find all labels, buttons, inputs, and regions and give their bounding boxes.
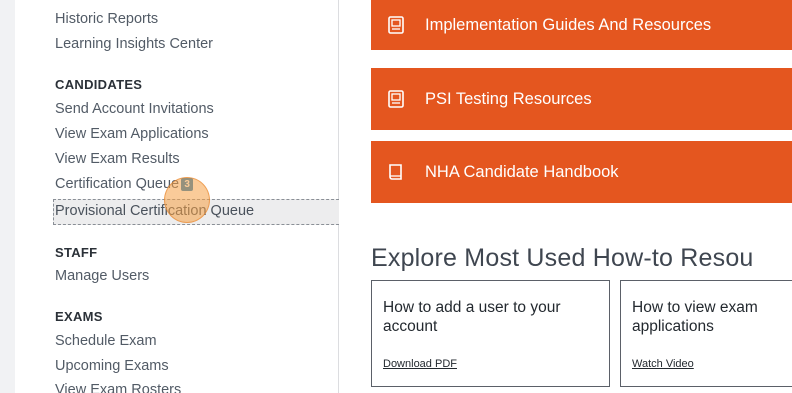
howto-card[interactable]: How to add a user to your account Downlo… [371, 280, 610, 387]
card-title: How to add a user to your account [383, 299, 561, 335]
button-label: PSI Testing Resources [425, 89, 592, 108]
sidebar-item-schedule-exam[interactable]: Schedule Exam [55, 333, 157, 349]
download-pdf-link[interactable]: Download PDF [383, 358, 457, 370]
sidebar-heading-candidates: CANDIDATES [55, 77, 143, 92]
card-title: How to view exam applications [632, 299, 758, 335]
sidebar-item-view-exam-rosters[interactable]: View Exam Rosters [55, 382, 181, 393]
sidebar-heading-exams: EXAMS [55, 309, 103, 324]
document-icon [385, 14, 407, 36]
button-label: Implementation Guides And Resources [425, 15, 712, 34]
watch-video-link[interactable]: Watch Video [632, 358, 694, 370]
count-badge: 3 [181, 178, 194, 191]
sidebar-item-send-account-invitations[interactable]: Send Account Invitations [55, 101, 214, 117]
psi-testing-resources-button[interactable]: PSI Testing Resources [371, 68, 792, 130]
sidebar-nav: Historic Reports Learning Insights Cente… [15, 0, 349, 393]
nha-candidate-handbook-button[interactable]: NHA Candidate Handbook [371, 141, 792, 203]
button-label: NHA Candidate Handbook [425, 162, 619, 181]
sidebar-item-historic-reports[interactable]: Historic Reports [55, 11, 158, 27]
sidebar-heading-staff: STAFF [55, 245, 98, 260]
document-icon [385, 88, 407, 110]
sidebar-item-label: Certification Queue [55, 176, 180, 192]
section-heading: Explore Most Used How-to Resou [371, 244, 754, 272]
sidebar-item-view-exam-applications[interactable]: View Exam Applications [55, 126, 209, 142]
implementation-guides-button[interactable]: Implementation Guides And Resources [371, 0, 792, 50]
main-content: Implementation Guides And Resources PSI … [339, 0, 792, 393]
sidebar-item-label: Provisional Certification Queue [55, 203, 255, 219]
howto-card[interactable]: How to view exam applications Watch Vide… [620, 280, 792, 387]
book-icon [385, 161, 407, 183]
sidebar-item-view-exam-results[interactable]: View Exam Results [55, 151, 180, 167]
sidebar-item-certification-queue[interactable]: Certification Queue 3 [55, 176, 194, 192]
sidebar-item-upcoming-exams[interactable]: Upcoming Exams [55, 358, 169, 374]
sidebar-item-manage-users[interactable]: Manage Users [55, 268, 149, 284]
sidebar-item-learning-insights-center[interactable]: Learning Insights Center [55, 36, 213, 52]
screen: Historic Reports Learning Insights Cente… [0, 0, 792, 393]
